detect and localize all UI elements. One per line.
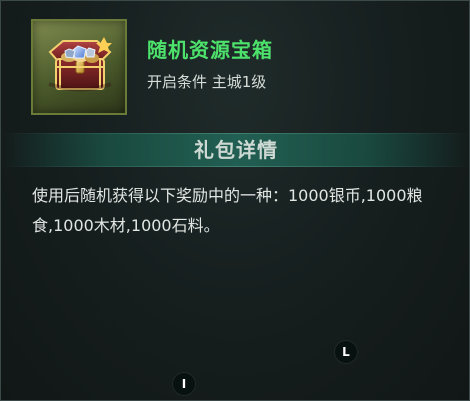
item-name: 随机资源宝箱 <box>147 38 273 62</box>
treasure-chest-icon <box>48 37 112 92</box>
gift-details-header: 礼包详情 <box>1 133 469 167</box>
gift-detail-panel: 随机资源宝箱 开启条件 主城1级 礼包详情 使用后随机获得以下奖励中的一种：10… <box>0 0 470 401</box>
reward-description: 使用后随机获得以下奖励中的一种：1000银币,1000粮食,1000木材,100… <box>32 186 423 235</box>
item-icon-frame <box>31 19 127 115</box>
gift-details-title: 礼包详情 <box>194 138 278 162</box>
hotkey-l-badge: L <box>335 341 357 363</box>
hotkey-i-badge: I <box>173 373 195 395</box>
unlock-condition: 开启条件 主城1级 <box>147 73 267 91</box>
